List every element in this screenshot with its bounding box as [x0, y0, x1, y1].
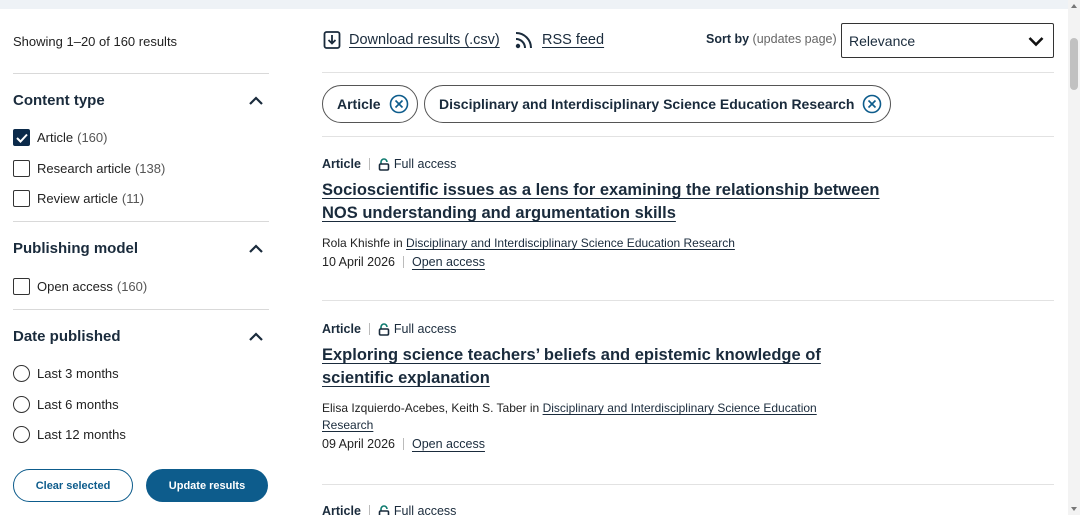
option-label: Last 12 months — [37, 427, 126, 442]
separator — [368, 158, 370, 170]
chevron-up-icon[interactable] — [249, 332, 263, 342]
divider — [13, 221, 269, 222]
filter-option-open-access[interactable]: Open access (160) — [13, 278, 147, 295]
search-result-item: Article Full access Socioscientific issu… — [322, 157, 1062, 269]
open-access-link[interactable]: Open access — [412, 255, 485, 269]
option-label: Last 6 months — [37, 397, 119, 412]
result-authors: Rola Khishfe in Disciplinary and Interdi… — [322, 235, 862, 252]
update-results-button[interactable]: Update results — [146, 469, 268, 502]
option-label: Article — [37, 130, 74, 145]
rss-label[interactable]: RSS feed — [542, 32, 604, 48]
rss-feed-link[interactable]: RSS feed — [514, 30, 604, 50]
filter-option-article[interactable]: Article (160) — [13, 129, 107, 146]
page-scrollbar[interactable] — [1068, 0, 1080, 515]
option-label: Open access — [37, 279, 113, 294]
results-count: Showing 1–20 of 160 results — [13, 34, 178, 49]
facet-title-date-published[interactable]: Date published — [13, 328, 121, 345]
result-title-link[interactable]: Socioscientific issues as a lens for exa… — [322, 179, 892, 225]
download-icon — [323, 31, 341, 49]
sort-label: Sort by — [706, 32, 750, 46]
filter-option-last-12-months[interactable]: Last 12 months — [13, 426, 126, 443]
search-result-item: Article Full access — [322, 504, 1062, 515]
active-filter-chip-article[interactable]: Article — [322, 85, 418, 123]
checkbox[interactable] — [13, 278, 30, 295]
option-count: (11) — [121, 191, 145, 206]
remove-filter-icon[interactable] — [862, 94, 882, 114]
option-count: (138) — [134, 161, 166, 176]
separator — [368, 323, 370, 335]
full-access-icon — [378, 322, 390, 336]
download-results-link[interactable]: Download results (.csv) — [323, 30, 500, 50]
access-label: Full access — [393, 322, 457, 336]
divider — [322, 72, 1054, 73]
radio-button[interactable] — [13, 426, 30, 443]
content-type: Article — [322, 322, 361, 336]
full-access-icon — [378, 157, 390, 171]
option-count: (160) — [77, 130, 108, 145]
result-meta: Article Full access — [322, 322, 1062, 336]
download-label[interactable]: Download results (.csv) — [349, 32, 500, 48]
top-band — [0, 0, 1068, 9]
journal-link[interactable]: Disciplinary and Interdisciplinary Scien… — [406, 236, 735, 250]
sort-hint: (updates page) — [752, 32, 837, 46]
chip-label: Article — [337, 96, 381, 112]
facet-title-content-type[interactable]: Content type — [13, 92, 105, 109]
scroll-up-arrow-icon[interactable] — [1070, 2, 1078, 10]
scrollbar-thumb[interactable] — [1070, 38, 1078, 90]
result-authors: Elisa Izquierdo-Acebes, Keith S. Taber i… — [322, 400, 862, 434]
remove-filter-icon[interactable] — [389, 94, 409, 114]
full-access-icon — [378, 504, 390, 515]
checkbox[interactable] — [13, 160, 30, 177]
separator — [402, 438, 404, 450]
option-label: Review article — [37, 191, 118, 206]
clear-selected-button[interactable]: Clear selected — [13, 469, 133, 502]
sort-value: Relevance — [849, 32, 916, 49]
chip-label: Disciplinary and Interdisciplinary Scien… — [439, 96, 855, 112]
radio-button[interactable] — [13, 365, 30, 382]
separator — [402, 256, 404, 268]
option-count: (160) — [116, 279, 148, 294]
checkbox[interactable] — [13, 190, 30, 207]
separator — [368, 505, 370, 515]
divider — [322, 484, 1054, 485]
divider — [322, 300, 1054, 301]
sort-select[interactable]: Relevance — [841, 23, 1054, 58]
chevron-up-icon[interactable] — [249, 96, 263, 106]
search-result-item: Article Full access Exploring science te… — [322, 322, 1062, 451]
divider — [13, 73, 269, 74]
access-label: Full access — [393, 504, 457, 515]
scroll-down-arrow-icon[interactable] — [1070, 505, 1078, 513]
filter-option-last-3-months[interactable]: Last 3 months — [13, 365, 119, 382]
author-names: Rola Khishfe in — [322, 236, 407, 250]
facet-title-publishing-model[interactable]: Publishing model — [13, 240, 138, 257]
option-label: Last 3 months — [37, 366, 119, 381]
publish-date: 10 April 2026 — [322, 255, 395, 269]
result-meta: Article Full access — [322, 157, 1062, 171]
option-label: Research article — [37, 161, 131, 176]
result-dateline: 10 April 2026 Open access — [322, 255, 1062, 269]
filter-option-review-article[interactable]: Review article (11) — [13, 190, 144, 207]
open-access-link[interactable]: Open access — [412, 437, 485, 451]
sort-by-label: Sort by (updates page) — [706, 32, 837, 46]
result-dateline: 09 April 2026 Open access — [322, 437, 1062, 451]
result-meta: Article Full access — [322, 504, 1062, 515]
divider — [322, 136, 1054, 137]
chevron-up-icon[interactable] — [249, 244, 263, 254]
content-type: Article — [322, 157, 361, 171]
filter-option-research-article[interactable]: Research article (138) — [13, 160, 165, 177]
radio-button[interactable] — [13, 396, 30, 413]
content-type: Article — [322, 504, 361, 515]
filter-option-last-6-months[interactable]: Last 6 months — [13, 396, 119, 413]
active-filter-chip-journal[interactable]: Disciplinary and Interdisciplinary Scien… — [424, 85, 892, 123]
checkbox-checked[interactable] — [13, 129, 30, 146]
access-label: Full access — [393, 157, 457, 171]
rss-icon — [515, 32, 532, 49]
chevron-down-icon — [1028, 37, 1044, 47]
result-title-link[interactable]: Exploring science teachers’ beliefs and … — [322, 344, 892, 390]
publish-date: 09 April 2026 — [322, 437, 395, 451]
author-names: Elisa Izquierdo-Acebes, Keith S. Taber i… — [322, 401, 543, 415]
checkmark-icon — [15, 133, 28, 143]
divider — [13, 309, 269, 310]
